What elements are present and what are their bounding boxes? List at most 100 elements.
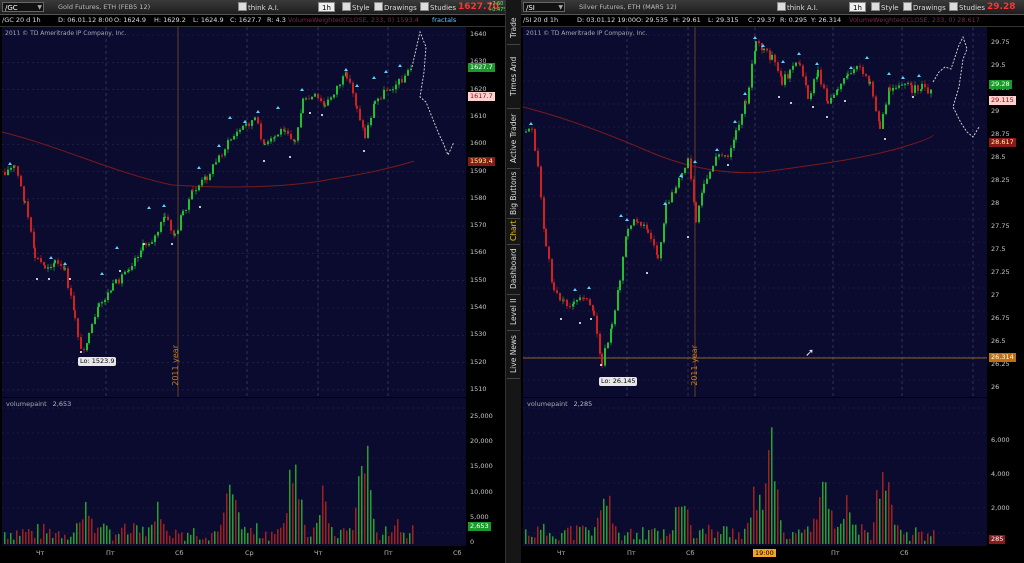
candle-body [314,93,316,97]
candle-body [227,140,229,150]
right-info-high: H: 29.61 [673,16,701,24]
fractal-up-marker [100,272,104,275]
fractal-down-marker [363,150,365,152]
volume-bar [361,466,363,544]
time-axis-label: Сб [175,549,184,557]
left-think-ai-button[interactable]: think A.I. [238,2,279,12]
right-info-low: L: 29.315 [708,16,739,24]
volume-bar [870,539,872,544]
side-tab-active-trader[interactable]: Active Trader [506,110,521,166]
fractal-up-marker [384,70,388,73]
right-drawings-button[interactable]: Drawings [903,2,946,12]
right-timeframe-selector[interactable]: 1h [849,2,866,12]
candle-body [885,104,887,115]
volume-bar [669,533,671,544]
candle-body [330,97,332,100]
volume-bar [822,481,824,544]
candle-body [576,299,578,302]
volume-bar [412,525,414,544]
candle-body [398,79,400,85]
candle-body [553,282,555,291]
candle-body [763,48,765,51]
candle-body [622,256,624,281]
candle-body [706,178,708,184]
candle-body [604,348,606,366]
side-tab-dashboard[interactable]: Dashboard [506,246,521,292]
candle-body [356,105,358,109]
volume-bar [136,525,138,544]
candle-body [617,290,619,311]
axis-tick-label: 1570 [470,221,487,230]
side-tab-live-news[interactable]: Live News [506,332,521,376]
left-timeframe-selector[interactable]: 1h [318,2,335,12]
right-style-button[interactable]: Style [871,2,899,12]
time-axis-label: Сб [900,549,909,557]
axis-tick-label: 26.5 [991,337,1006,345]
volume-bar [642,527,644,544]
volume-bar [861,524,863,544]
candle-body [907,82,909,84]
side-tab-level-ii[interactable]: Level II [506,296,521,328]
fractal-down-marker [826,116,828,118]
candle-body [869,81,871,84]
fractal-up-marker [815,62,819,65]
fractal-down-marker [80,351,82,353]
fractal-down-marker [727,164,729,166]
side-tab-big-buttons[interactable]: Big Buttons [506,170,521,216]
fractal-up-marker [587,286,591,289]
left-studies-button[interactable]: Studies [420,2,456,12]
candle-body [383,89,385,99]
candle-body [593,310,595,316]
candle-body [847,74,849,76]
volume-bar [654,528,656,544]
axis-tick-label: 4,000 [991,470,1010,478]
time-axis-label: Чт [557,549,566,557]
candle-body [589,299,591,306]
candle-body [370,117,372,126]
volume-bar [28,528,30,544]
fractal-up-marker [344,68,348,71]
candle-body [401,79,403,83]
fractal-up-marker [197,166,201,169]
right-low-label: Lo: 26.145 [599,377,638,386]
volume-bar [88,515,90,544]
volume-bar [789,538,791,544]
volume-bar [657,530,659,544]
left-info-fractals: fractals [432,16,457,24]
left-style-button[interactable]: Style [342,2,370,12]
side-tab-chart[interactable]: Chart [506,220,521,242]
right-price-svg [522,27,987,397]
volume-bar [840,523,842,544]
candle-body [404,75,406,83]
candle-body [167,216,169,221]
volume-bar [268,540,270,544]
fractal-up-marker [276,106,280,109]
candle-body [657,254,659,259]
candle-body [305,98,307,100]
volume-bar [331,526,333,544]
fractal-down-marker [912,96,914,98]
side-tab-trade[interactable]: Trade [506,14,521,42]
candle-body [693,179,695,203]
left-drawings-button[interactable]: Drawings [374,2,417,12]
axis-tick-label: 2,000 [991,504,1010,512]
candle-body [389,89,391,91]
left-info-range: /GC 20 d 1h [2,16,41,24]
left-symbol-selector[interactable]: /GC ▼ [2,2,44,12]
volume-bar [373,518,375,544]
volume-bar [382,534,384,544]
right-think-ai-button[interactable]: think A.I. [777,2,818,12]
volume-bar [546,535,548,544]
right-studies-button[interactable]: Studies [949,2,985,12]
time-axis-label: Сб [686,549,695,557]
candle-body [131,266,133,270]
candle-body [362,120,364,128]
volume-bar [594,527,596,544]
volume-bar [627,532,629,544]
candle-body [151,242,153,244]
volume-bar [543,523,545,544]
side-tab-times-and-sales[interactable]: Times And Sales [506,46,533,106]
fractal-up-marker [573,288,577,291]
candle-body [254,117,256,121]
right-symbol-selector[interactable]: /SI ▼ [523,2,565,12]
